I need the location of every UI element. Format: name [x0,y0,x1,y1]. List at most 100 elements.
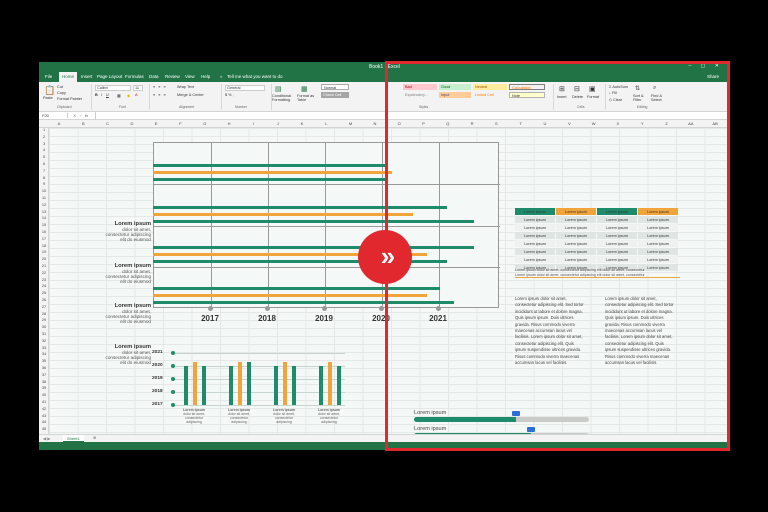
style-check-cell[interactable]: Check Cell [321,92,349,98]
row-header[interactable]: 20 [39,257,49,261]
column-header[interactable]: M [341,121,361,126]
conditional-formatting-button[interactable]: Conditional Formatting [272,94,294,102]
underline-icon[interactable]: U [106,93,109,97]
tell-me-box[interactable]: Tell me what you want to do [227,74,283,79]
row-header[interactable]: 5 [39,155,49,159]
column-header[interactable]: K [292,121,312,126]
row-header[interactable]: 39 [39,386,49,390]
row-header[interactable]: 38 [39,380,49,384]
wrap-text-button[interactable]: Wrap Text [177,85,194,89]
row-header[interactable]: 11 [39,196,49,200]
row-header[interactable]: 18 [39,244,49,248]
row-header[interactable]: 3 [39,142,49,146]
row-header[interactable]: 22 [39,271,49,275]
merge-center-button[interactable]: Merge & Center [177,93,204,97]
row-header[interactable]: 33 [39,346,49,350]
row-header[interactable]: 7 [39,169,49,173]
row-header[interactable]: 17 [39,237,49,241]
align-top-icon[interactable]: ≡ ≡ ≡ [153,85,167,89]
conditional-formatting-icon[interactable]: ▤ [275,85,282,93]
row-header[interactable]: 45 [39,427,49,431]
column-header[interactable]: F [171,121,191,126]
row-header[interactable]: 15 [39,223,49,227]
name-box[interactable]: F20 [42,113,68,118]
align-left-icon[interactable]: ≡ ≡ ≡ [153,93,167,97]
format-as-table-button[interactable]: Format as Table [297,94,317,102]
row-header[interactable]: 28 [39,312,49,316]
row-header[interactable]: 8 [39,176,49,180]
tab-view[interactable]: View [185,74,195,79]
row-header[interactable]: 32 [39,339,49,343]
row-header[interactable]: 13 [39,210,49,214]
sheet-tab-sheet1[interactable]: Sheet1 [63,435,84,442]
paste-button[interactable]: Paste [43,96,53,100]
copy-button[interactable]: Copy [57,91,66,95]
format-as-table-icon[interactable]: ▦ [301,85,308,93]
tab-file[interactable]: File [45,74,52,79]
column-header[interactable]: G [195,121,215,126]
row-header[interactable]: 1 [39,128,49,132]
row-header[interactable]: 27 [39,305,49,309]
format-painter-button[interactable]: Format Painter [57,97,82,101]
column-header[interactable]: L [316,121,336,126]
number-format-select[interactable]: General [225,85,265,91]
row-header[interactable]: 9 [39,182,49,186]
row-header[interactable]: 12 [39,203,49,207]
row-header[interactable]: 35 [39,359,49,363]
font-color-icon[interactable]: A [135,93,138,97]
row-header[interactable]: 21 [39,264,49,268]
style-normal[interactable]: Normal [321,84,349,90]
row-header[interactable]: 43 [39,414,49,418]
row-header[interactable]: 41 [39,400,49,404]
row-header[interactable]: 2 [39,135,49,139]
currency-icon[interactable]: $ % , [225,93,234,97]
row-header[interactable]: 40 [39,393,49,397]
row-header[interactable]: 23 [39,278,49,282]
row-header[interactable]: 16 [39,230,49,234]
row-header[interactable]: 10 [39,189,49,193]
column-header[interactable]: D [122,121,142,126]
tab-home[interactable]: Home [59,72,78,82]
row-header[interactable]: 24 [39,284,49,288]
row-header[interactable]: 26 [39,298,49,302]
column-header[interactable]: N [365,121,385,126]
column-header[interactable]: B [73,121,93,126]
row-header[interactable]: 6 [39,162,49,166]
font-size-select[interactable]: 11 [133,85,143,91]
enter-icon[interactable]: ✓ [79,113,82,118]
row-header[interactable]: 14 [39,216,49,220]
column-header[interactable]: J [268,121,288,126]
prev-sheet-icon[interactable]: ◀ ▶ [43,436,50,441]
paste-icon[interactable]: 📋 [44,85,55,96]
tab-help[interactable]: Help [201,74,210,79]
function-icon[interactable]: fx [85,113,88,118]
column-header[interactable]: H [219,121,239,126]
fill-color-icon[interactable]: ◆ [127,93,130,98]
column-header[interactable]: E [146,121,166,126]
column-header[interactable]: A [49,121,69,126]
font-name-select[interactable]: Calibri [95,85,131,91]
column-header[interactable]: I [243,121,263,126]
row-header[interactable]: 4 [39,148,49,152]
row-header[interactable]: 30 [39,325,49,329]
row-header[interactable]: 34 [39,352,49,356]
tab-data[interactable]: Data [149,74,159,79]
cancel-icon[interactable]: ✕ [73,113,76,118]
row-header[interactable]: 37 [39,373,49,377]
tab-insert[interactable]: Insert [81,74,92,79]
row-header[interactable]: 44 [39,420,49,424]
tab-page-layout[interactable]: Page Layout [97,74,122,79]
row-header[interactable]: 29 [39,318,49,322]
row-header[interactable]: 19 [39,250,49,254]
row-header[interactable]: 36 [39,366,49,370]
forward-arrow-button[interactable]: » [358,230,412,284]
borders-icon[interactable]: ▦ [117,93,121,98]
italic-icon[interactable]: I [101,93,102,97]
tab-formulas[interactable]: Formulas [125,74,144,79]
column-header[interactable]: C [98,121,118,126]
tab-review[interactable]: Review [165,74,180,79]
add-sheet-icon[interactable]: ⊕ [93,435,96,440]
cut-button[interactable]: Cut [57,85,63,89]
row-header[interactable]: 31 [39,332,49,336]
row-header[interactable]: 25 [39,291,49,295]
